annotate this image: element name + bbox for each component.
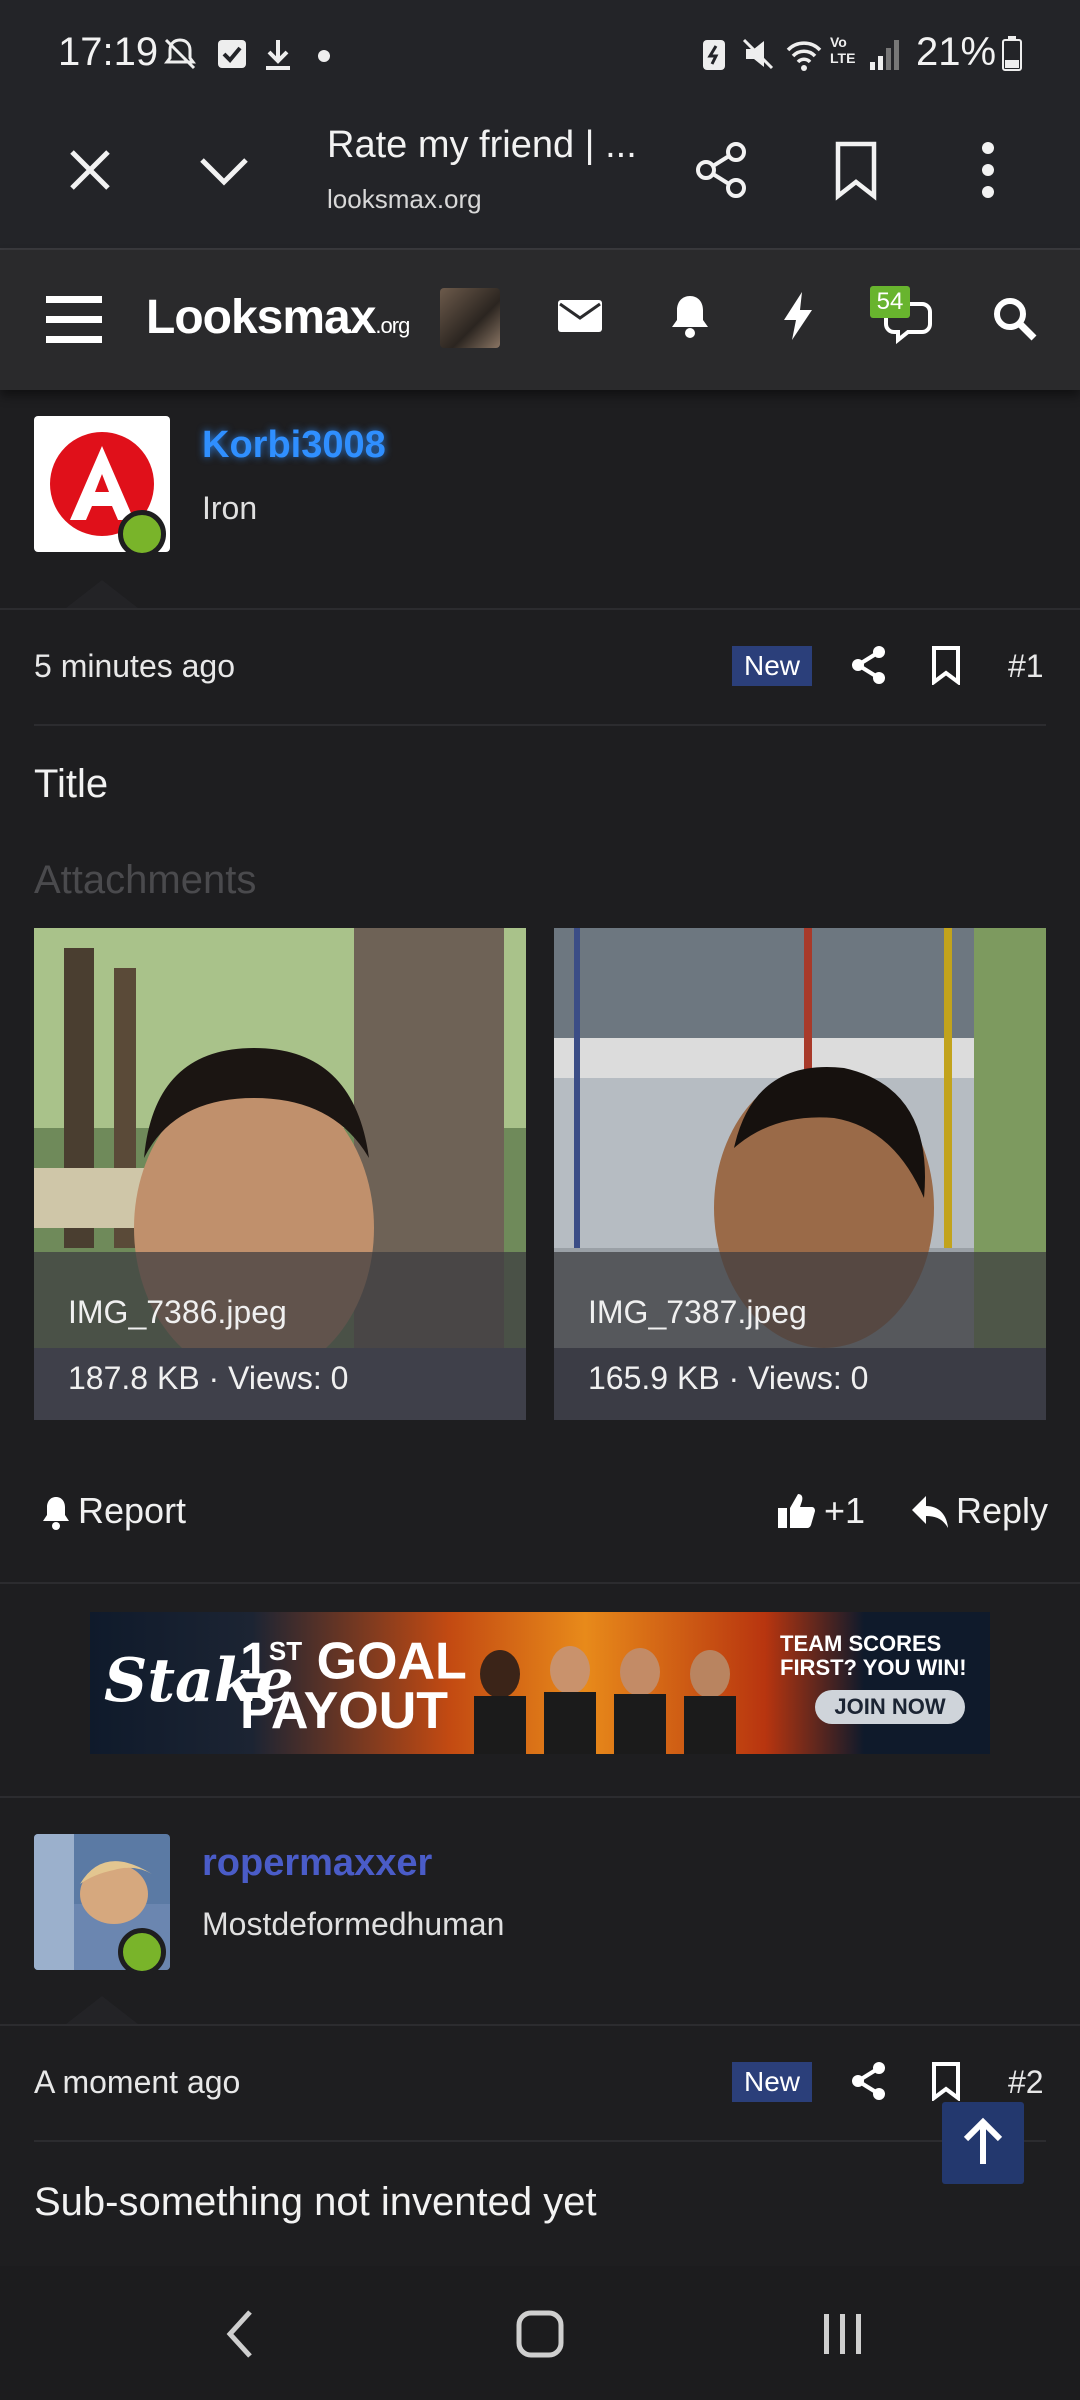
divider [34,2140,1046,2142]
attachment-meta: 165.9 KB · Views: 0 [588,1360,869,1396]
ad-tagline-line2: FIRST? YOU WIN! [780,1655,967,1680]
post-arrow [66,1996,138,2024]
post-user-title: Iron [202,490,258,526]
envelope-icon[interactable] [556,296,604,336]
ad-players-image [460,1630,760,1754]
share-post-icon[interactable] [850,2061,888,2101]
attachment-filename: IMG_7386.jpeg [68,1294,287,1330]
divider [0,608,1080,610]
mute-notifications-icon [160,34,200,74]
attachment-caption: IMG_7386.jpeg 187.8 KB · Views: 0 [34,1252,526,1420]
signal-icon [866,34,906,74]
online-indicator [118,1928,166,1976]
status-time: 17:19 [58,30,159,74]
user-avatar[interactable] [440,288,500,348]
post-body: Title [34,762,109,806]
chevron-down-icon[interactable] [196,142,252,198]
close-icon[interactable] [62,142,118,198]
ad-banner[interactable]: Stake 1ST GOAL PAYOUT TEAM SCORES FIRST? Y… [90,1612,990,1754]
post-user-title: Mostdeformedhuman [202,1906,505,1942]
attachment-filename: IMG_7387.jpeg [588,1294,807,1330]
post-username[interactable]: ropermaxxer [202,1842,432,1885]
bell-icon[interactable] [40,1494,72,1532]
attachments-heading: Attachments [34,858,257,902]
ad-headline-payout: PAYOUT [240,1682,449,1741]
share-post-icon[interactable] [850,645,888,685]
post-time[interactable]: A moment ago [34,2064,240,2101]
reply-link[interactable]: Reply [956,1490,1048,1532]
share-icon[interactable] [690,138,754,202]
battery-icon [1000,34,1040,74]
thumbs-up-icon[interactable] [776,1490,816,1530]
post-time[interactable]: 5 minutes ago [34,648,235,685]
ad-headline-sup: ST [268,1636,303,1666]
wifi-icon [784,34,824,74]
dot-icon [312,34,352,74]
back-icon[interactable] [220,2306,260,2362]
page-title: Rate my friend | ... [327,124,637,166]
home-icon[interactable] [514,2306,566,2362]
ad-headline: 1ST GOAL PAYOUT [240,1626,467,1737]
online-indicator [118,510,166,558]
divider [0,1796,1080,1798]
arrow-up-icon [963,2117,1003,2164]
divider [0,2024,1080,2026]
post-body: Sub-something not invented yet [34,2180,597,2224]
more-options-icon[interactable] [968,138,1008,202]
ad-join-button[interactable]: JOIN NOW [815,1690,965,1724]
bell-icon[interactable] [668,292,712,340]
page-url: looksmax.org [327,184,482,214]
report-link[interactable]: Report [78,1490,186,1532]
post-username[interactable]: Korbi3008 [202,424,386,467]
lightning-icon[interactable] [780,290,816,342]
attachment-meta: 187.8 KB · Views: 0 [68,1360,349,1396]
site-logo[interactable]: Looksmax.org [146,290,410,345]
scroll-to-top-button[interactable] [942,2102,1024,2184]
hamburger-menu-icon[interactable] [44,294,104,346]
conversations-count-badge: 54 [870,286,910,318]
search-icon[interactable] [990,294,1038,342]
post-arrow [66,580,138,608]
volte-icon: Vo LTE [830,34,856,66]
battery-percent: 21% [916,30,997,74]
post-number[interactable]: #2 [1008,2064,1044,2101]
reply-arrow-icon[interactable] [910,1494,950,1530]
download-icon [258,34,298,74]
site-logo-suffix: .org [375,313,410,338]
attachment-thumbnail[interactable]: IMG_7386.jpeg 187.8 KB · Views: 0 [34,928,526,1420]
like-count[interactable]: +1 [824,1490,865,1532]
attachment-caption: IMG_7387.jpeg 165.9 KB · Views: 0 [554,1252,1046,1420]
recent-apps-icon[interactable] [820,2310,866,2358]
post-number[interactable]: #1 [1008,648,1044,685]
bookmark-post-icon[interactable] [930,645,962,685]
battery-saver-icon [694,34,734,74]
attachment-thumbnail[interactable]: IMG_7387.jpeg 165.9 KB · Views: 0 [554,928,1046,1420]
new-badge: New [732,2062,813,2102]
divider [0,1582,1080,1584]
site-logo-text: Looksmax [146,291,376,344]
divider [34,724,1046,726]
mute-icon [738,34,778,74]
checkbox-icon [212,34,252,74]
ad-tagline-line1: TEAM SCORES [780,1631,942,1656]
new-badge: New [732,646,813,686]
ad-tagline: TEAM SCORES FIRST? YOU WIN! [780,1632,967,1680]
bookmark-icon[interactable] [826,138,886,202]
bookmark-post-icon[interactable] [930,2061,962,2101]
